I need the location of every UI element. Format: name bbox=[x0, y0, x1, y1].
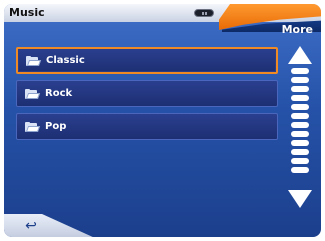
back-arrow-icon: ↩ bbox=[25, 218, 37, 234]
scrollbar-track[interactable] bbox=[291, 68, 309, 176]
list-item-label: Classic bbox=[46, 55, 85, 66]
more-button[interactable]: More bbox=[282, 23, 313, 36]
arrow-down-icon[interactable] bbox=[288, 190, 312, 208]
list-item-label: Rock bbox=[45, 88, 73, 99]
arrow-up-icon[interactable] bbox=[288, 46, 312, 64]
window-title: Music bbox=[9, 6, 45, 19]
folder-icon bbox=[25, 121, 41, 132]
list-item-label: Pop bbox=[45, 121, 67, 132]
folder-icon bbox=[25, 88, 41, 99]
back-button[interactable]: ↩ bbox=[14, 218, 48, 234]
list-item-classic[interactable]: Classic bbox=[16, 47, 278, 74]
list-item-rock[interactable]: Rock bbox=[16, 80, 278, 107]
battery-icon bbox=[194, 9, 214, 17]
music-screen: Music More Classic Rock Pop ↩ bbox=[4, 4, 321, 237]
bottom-bar bbox=[4, 214, 93, 237]
folder-icon bbox=[26, 55, 42, 66]
list-item-pop[interactable]: Pop bbox=[16, 113, 278, 140]
folder-list: Classic Rock Pop bbox=[16, 47, 278, 146]
